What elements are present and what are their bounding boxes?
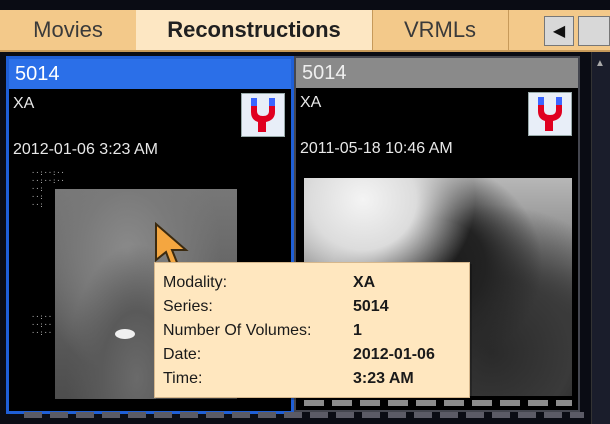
tooltip-row: Number Of Volumes: 1 <box>163 319 463 343</box>
vessel-icon <box>241 93 285 137</box>
tooltip-value: XA <box>353 274 376 291</box>
vertical-scrollbar[interactable]: ▲ <box>591 52 610 424</box>
tab-vrmls-label: VRMLs <box>403 17 477 42</box>
tooltip-value: 3:23 AM <box>353 370 414 387</box>
scroll-up-icon: ▲ <box>595 58 605 69</box>
series-tooltip: Modality: XA Series: 5014 Number Of Volu… <box>154 262 470 398</box>
tooltip-row: Modality: XA <box>163 271 463 295</box>
tooltip-value: 1 <box>353 322 362 339</box>
tooltip-key: Series: <box>163 298 213 315</box>
card-header: 5014 <box>296 58 578 88</box>
vessel-icon <box>528 92 572 136</box>
tooltip-row: Date: 2012-01-06 <box>163 343 463 367</box>
tab-bar: Movies Reconstructions VRMLs ◀ <box>0 10 610 52</box>
arrow-left-icon: ◀ <box>552 23 566 40</box>
tab-vrmls[interactable]: VRMLs <box>372 10 509 50</box>
card-header: 5014 <box>9 59 291 89</box>
tooltip-row: Time: 3:23 AM <box>163 367 463 391</box>
modality-label: XA <box>13 95 35 112</box>
tooltip-key: Date: <box>163 346 202 363</box>
bottom-scroll-track[interactable] <box>24 412 584 418</box>
tooltip-key: Time: <box>163 370 203 387</box>
tooltip-value: 5014 <box>353 298 389 315</box>
series-number: 5014 <box>302 61 347 84</box>
tab-reconstructions-label: Reconstructions <box>167 17 341 42</box>
tab-scroll-right-button[interactable] <box>578 16 610 46</box>
tooltip-key: Modality: <box>163 274 228 291</box>
tab-movies-label: Movies <box>33 17 103 42</box>
modality-label: XA <box>300 94 322 111</box>
date-label: 2012-01-06 3:23 AM <box>13 141 158 158</box>
tab-reconstructions[interactable]: Reconstructions <box>136 10 373 50</box>
tooltip-key: Number Of Volumes: <box>163 322 312 339</box>
timeline-ticks <box>304 400 572 406</box>
tooltip-row: Series: 5014 <box>163 295 463 319</box>
tab-movies[interactable]: Movies <box>0 10 137 50</box>
series-number: 5014 <box>15 62 60 85</box>
bright-spot <box>115 329 135 339</box>
tooltip-value: 2012-01-06 <box>353 346 435 363</box>
date-label: 2011-05-18 10:46 AM <box>300 140 453 157</box>
tab-scroll-left-button[interactable]: ◀ <box>544 16 574 46</box>
